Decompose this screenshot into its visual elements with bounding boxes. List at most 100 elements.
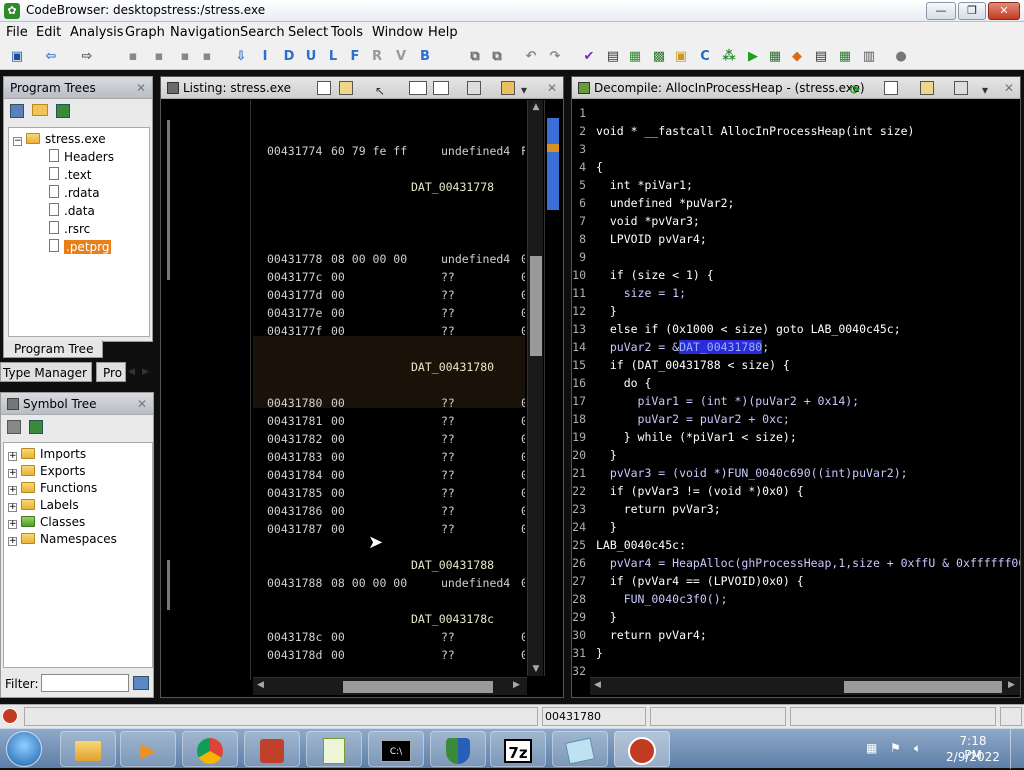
refresh-symbols-icon[interactable]: [29, 420, 43, 434]
tool-icon-10[interactable]: ◆: [788, 48, 806, 66]
code-line[interactable]: 18 puVar2 = puVar2 + 0xc;: [572, 410, 1020, 428]
listing-row[interactable]: 00431784 00?? 0: [253, 466, 525, 484]
tree-item-petprg[interactable]: .petprg: [49, 238, 112, 256]
code-line[interactable]: 22 if (pvVar3 != (void *)0x0) {: [572, 482, 1020, 500]
scroll-right-icon[interactable]: ▶: [513, 680, 520, 690]
tree-item-rsrc[interactable]: .rsrc: [49, 220, 90, 238]
nav-icon-4[interactable]: ▪: [198, 48, 216, 66]
refresh-tree-icon[interactable]: [56, 104, 70, 118]
highlighted-symbol[interactable]: DAT_00431780: [679, 340, 763, 354]
chevron-down-icon[interactable]: ▾: [982, 79, 988, 101]
tool-icon-13[interactable]: ▥: [860, 48, 878, 66]
code-text[interactable]: LPVOID pvVar4;: [596, 230, 707, 248]
listing-row[interactable]: 0043177d 00?? 0: [253, 286, 525, 304]
taskbar-chrome[interactable]: [182, 731, 238, 767]
menu-window[interactable]: Window: [372, 25, 423, 40]
code-line[interactable]: 14 puVar2 = &DAT_00431780;: [572, 338, 1020, 356]
taskbar-notepad[interactable]: [552, 731, 608, 767]
code-line[interactable]: 11 size = 1;: [572, 284, 1020, 302]
listing-row[interactable]: 0043177f 00?? 0: [253, 322, 525, 340]
maximize-button[interactable]: ❐: [958, 2, 986, 20]
code-line[interactable]: 23 return pvVar3;: [572, 500, 1020, 518]
code-line[interactable]: 27 if (pvVar4 == (LPVOID)0x0) {: [572, 572, 1020, 590]
tool-icon-12[interactable]: ▦: [836, 48, 854, 66]
code-line[interactable]: 17 piVar1 = (int *)(puVar2 + 0x14);: [572, 392, 1020, 410]
code-line[interactable]: 21 pvVar3 = (void *)FUN_0040c690((int)pu…: [572, 464, 1020, 482]
redo-icon[interactable]: ↷: [546, 48, 564, 66]
expand-icon[interactable]: +: [8, 520, 17, 529]
overview-bar[interactable]: [544, 100, 562, 676]
listing-row[interactable]: 00431781 00?? 0: [253, 412, 525, 430]
tree-item-data[interactable]: .data: [49, 202, 95, 220]
symbol-functions[interactable]: + Functions: [8, 479, 97, 497]
tool-icon-1[interactable]: ⧉: [466, 48, 484, 66]
hscroll-thumb[interactable]: [343, 681, 493, 693]
tool-icon-4[interactable]: ▦: [626, 48, 644, 66]
code-text[interactable]: LAB_0040c45c:: [596, 536, 686, 554]
tree-item-headers[interactable]: Headers: [49, 148, 114, 166]
tab-scroll-right-icon[interactable]: ▶: [142, 364, 154, 380]
clock-date[interactable]: 2/9/2022: [946, 750, 1000, 764]
listing-row[interactable]: 00431774 60 79 fe ff undefined4 F: [253, 142, 525, 160]
back-arrow-icon[interactable]: ⇦: [42, 48, 60, 66]
close-icon[interactable]: ✕: [136, 77, 146, 99]
tray-network-icon[interactable]: ▦: [866, 741, 877, 755]
down-arrow-icon[interactable]: ⇩: [232, 48, 250, 66]
code-line[interactable]: 10 if (size < 1) {: [572, 266, 1020, 284]
code-text[interactable]: if (pvVar4 == (LPVOID)0x0) {: [596, 572, 804, 590]
show-desktop-button[interactable]: [1010, 729, 1024, 769]
close-icon[interactable]: ✕: [1004, 77, 1014, 99]
taskbar-cmd[interactable]: C:\: [368, 731, 424, 767]
create-namespace-icon[interactable]: [7, 420, 21, 434]
symbol-classes[interactable]: + Classes: [8, 513, 85, 531]
expand-icon[interactable]: +: [8, 503, 17, 512]
menu-analysis[interactable]: Analysis: [70, 25, 124, 40]
menu-select[interactable]: Select: [288, 25, 328, 40]
open-folder-icon[interactable]: [32, 104, 48, 116]
code-line[interactable]: 2 void * __fastcall AllocInProcessHeap(in…: [572, 122, 1020, 140]
taskbar-ghidra[interactable]: [614, 731, 670, 767]
tab-program-tree[interactable]: Program Tree: [3, 340, 103, 358]
scroll-left-icon[interactable]: ◀: [594, 680, 601, 690]
close-button[interactable]: ✕: [988, 2, 1020, 20]
code-text[interactable]: }: [596, 644, 603, 662]
code-line[interactable]: 4{: [572, 158, 1020, 176]
listing-row[interactable]: 00431783 00?? 0: [253, 448, 525, 466]
code-line[interactable]: 3: [572, 140, 1020, 158]
code-line[interactable]: 12 }: [572, 302, 1020, 320]
taskbar-notepadpp[interactable]: [306, 731, 362, 767]
listing-row[interactable]: 00431778 08 00 00 00 undefined4 0: [253, 250, 525, 268]
code-line[interactable]: 9: [572, 248, 1020, 266]
symbol-labels[interactable]: + Labels: [8, 496, 79, 514]
code-text[interactable]: {: [596, 158, 603, 176]
menu-help[interactable]: Help: [428, 25, 458, 40]
taskbar-media-player[interactable]: ▶: [120, 731, 176, 767]
code-text[interactable]: pvVar3 = (void *)FUN_0040c690((int)puVar…: [596, 464, 908, 482]
code-line[interactable]: 20 }: [572, 446, 1020, 464]
nav-v-icon[interactable]: V: [392, 48, 410, 66]
tool-icon-14[interactable]: ●: [892, 48, 910, 66]
code-line[interactable]: 1: [572, 104, 1020, 122]
scroll-down-icon[interactable]: ▼: [528, 662, 544, 676]
tool-icon-9[interactable]: ▦: [766, 48, 784, 66]
nav-i-icon[interactable]: I: [256, 48, 274, 66]
code-line[interactable]: 5 int *piVar1;: [572, 176, 1020, 194]
code-line[interactable]: 31}: [572, 644, 1020, 662]
code-line[interactable]: 24 }: [572, 518, 1020, 536]
code-line[interactable]: 19 } while (*piVar1 < size);: [572, 428, 1020, 446]
listing-row[interactable]: 0043177c 00?? 0: [253, 268, 525, 286]
tree-item-text[interactable]: .text: [49, 166, 92, 184]
code-text[interactable]: do {: [596, 374, 652, 392]
code-line[interactable]: 13 else if (0x1000 < size) goto LAB_0040…: [572, 320, 1020, 338]
code-line[interactable]: 15 if (DAT_00431788 < size) {: [572, 356, 1020, 374]
code-text[interactable]: }: [596, 518, 617, 536]
code-line[interactable]: 29 }: [572, 608, 1020, 626]
tool-icon-11[interactable]: ▤: [812, 48, 830, 66]
code-text[interactable]: } while (*piVar1 < size);: [596, 428, 797, 446]
nav-icon-3[interactable]: ▪: [176, 48, 194, 66]
refresh-icon[interactable]: ⟳: [850, 79, 860, 101]
code-line[interactable]: 7 void *pvVar3;: [572, 212, 1020, 230]
listing-content[interactable]: 00431774 60 79 fe ff undefined4 F DAT_004317…: [253, 100, 525, 676]
options-icon[interactable]: [501, 81, 515, 95]
close-icon[interactable]: ✕: [137, 393, 147, 415]
